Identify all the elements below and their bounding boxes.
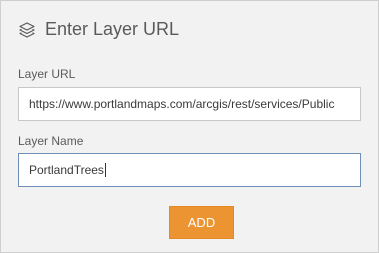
layers-icon: [18, 21, 36, 39]
layer-url-value: https://www.portlandmaps.com/arcgis/rest…: [29, 97, 335, 111]
layer-name-input[interactable]: PortlandTrees: [18, 153, 361, 187]
panel-header: Enter Layer URL: [18, 19, 179, 40]
layer-name-value: PortlandTrees: [29, 163, 104, 177]
layer-url-label: Layer URL: [18, 67, 76, 81]
add-button[interactable]: ADD: [169, 206, 234, 239]
text-caret: [104, 163, 106, 177]
panel-title: Enter Layer URL: [45, 19, 180, 39]
add-layer-panel: Enter Layer URL Layer URL https://www.po…: [0, 0, 379, 253]
layer-url-input[interactable]: https://www.portlandmaps.com/arcgis/rest…: [18, 87, 361, 121]
layer-name-label: Layer Name: [18, 134, 84, 148]
